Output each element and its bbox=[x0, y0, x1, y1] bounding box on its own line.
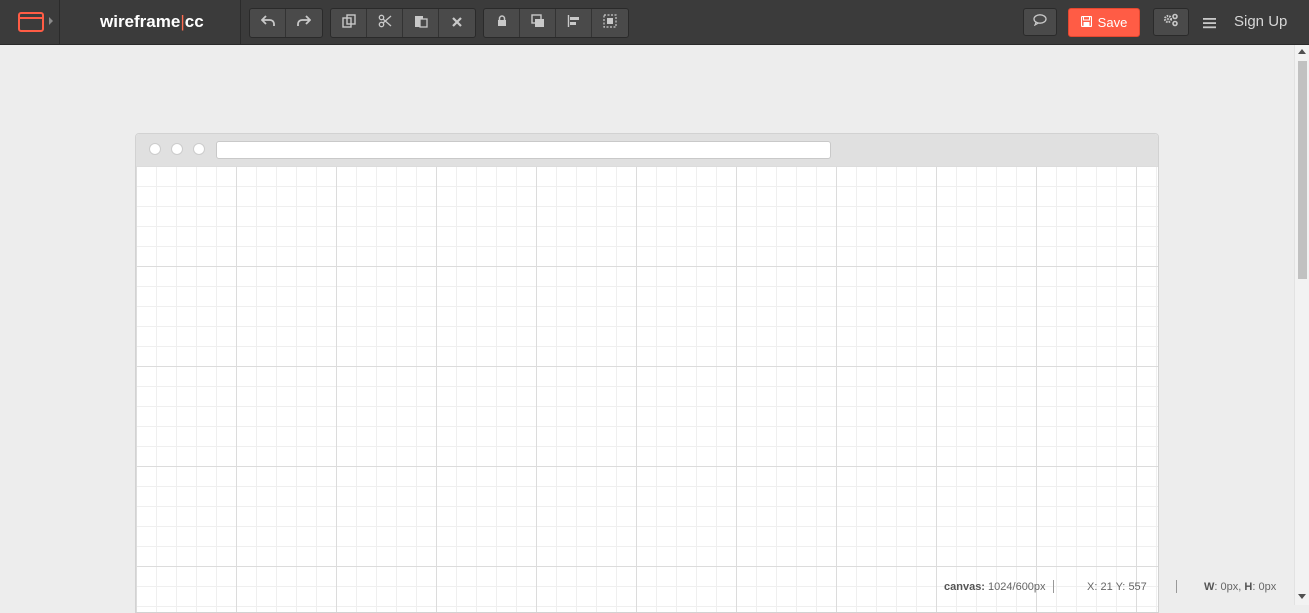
edit-button-group bbox=[330, 8, 476, 38]
duplicate-icon bbox=[341, 13, 356, 33]
comment-button[interactable] bbox=[1023, 8, 1057, 36]
status-divider bbox=[1053, 580, 1054, 593]
arrange-button-group bbox=[483, 8, 629, 38]
status-divider bbox=[1176, 580, 1177, 593]
redo-button[interactable] bbox=[286, 9, 322, 37]
redo-icon bbox=[297, 14, 312, 32]
window-dot bbox=[193, 143, 205, 155]
paste-icon bbox=[414, 14, 428, 33]
y-value: 557 bbox=[1128, 581, 1147, 593]
brand-suffix: cc bbox=[184, 12, 204, 31]
group-button[interactable] bbox=[592, 9, 628, 37]
h-value: 0px bbox=[1258, 581, 1277, 593]
divider bbox=[240, 0, 241, 44]
h-label: H bbox=[1244, 581, 1253, 593]
save-label: Save bbox=[1097, 15, 1128, 30]
bring-front-icon bbox=[530, 13, 545, 33]
x-label: X: bbox=[1087, 581, 1098, 593]
lock-button[interactable] bbox=[484, 9, 520, 37]
delete-icon bbox=[452, 14, 462, 32]
scroll-thumb[interactable] bbox=[1298, 61, 1307, 279]
cut-icon bbox=[378, 14, 392, 33]
save-button[interactable]: Save bbox=[1068, 8, 1140, 37]
settings-button[interactable] bbox=[1153, 8, 1189, 36]
cut-button[interactable] bbox=[367, 9, 403, 37]
scroll-down-arrow-icon[interactable] bbox=[1298, 594, 1306, 599]
divider bbox=[59, 0, 60, 44]
canvas-size-label: canvas: bbox=[944, 581, 985, 593]
caret-right-icon[interactable] bbox=[49, 17, 53, 25]
canvas-size-status: canvas: 1024/600px bbox=[944, 581, 1046, 593]
canvas-grid[interactable] bbox=[136, 166, 1158, 612]
delete-button[interactable] bbox=[439, 9, 475, 37]
align-button[interactable] bbox=[556, 9, 592, 37]
undo-button[interactable] bbox=[250, 9, 286, 37]
y-label: Y: bbox=[1115, 581, 1126, 593]
lock-icon bbox=[497, 14, 507, 32]
history-button-group bbox=[249, 8, 323, 38]
duplicate-button[interactable] bbox=[331, 9, 367, 37]
selection-size-status: W: 0px, H: 0px bbox=[1204, 581, 1277, 593]
url-bar[interactable] bbox=[216, 141, 831, 159]
hamburger-icon[interactable] bbox=[1203, 16, 1216, 29]
x-value: 21 bbox=[1100, 581, 1113, 593]
sign-up-link[interactable]: Sign Up bbox=[1234, 13, 1287, 30]
w-value: 0px, bbox=[1220, 581, 1242, 593]
align-icon bbox=[567, 14, 581, 33]
window-dot bbox=[171, 143, 183, 155]
brand-logo: wireframe|cc bbox=[100, 12, 204, 32]
speech-bubble-icon bbox=[1033, 13, 1047, 31]
undo-icon bbox=[260, 14, 275, 32]
browser-title-bar bbox=[136, 134, 1158, 167]
scroll-up-arrow-icon[interactable] bbox=[1298, 49, 1306, 54]
bring-front-button[interactable] bbox=[520, 9, 556, 37]
paste-button[interactable] bbox=[403, 9, 439, 37]
top-toolbar: wireframe|cc Save Sign Up bbox=[0, 0, 1309, 45]
canvas-size-value: 1024/600px bbox=[988, 581, 1046, 593]
vertical-scrollbar[interactable] bbox=[1294, 45, 1309, 605]
cursor-position-status: X: 21 Y: 557 bbox=[1087, 581, 1147, 593]
canvas-browser-frame bbox=[135, 133, 1159, 613]
gears-icon bbox=[1163, 13, 1179, 32]
brand-main: wireframe bbox=[100, 12, 181, 31]
floppy-disk-icon bbox=[1080, 15, 1092, 30]
group-icon bbox=[603, 13, 617, 33]
window-dot bbox=[149, 143, 161, 155]
browser-window-icon[interactable] bbox=[18, 12, 44, 32]
w-label: W bbox=[1204, 581, 1215, 593]
